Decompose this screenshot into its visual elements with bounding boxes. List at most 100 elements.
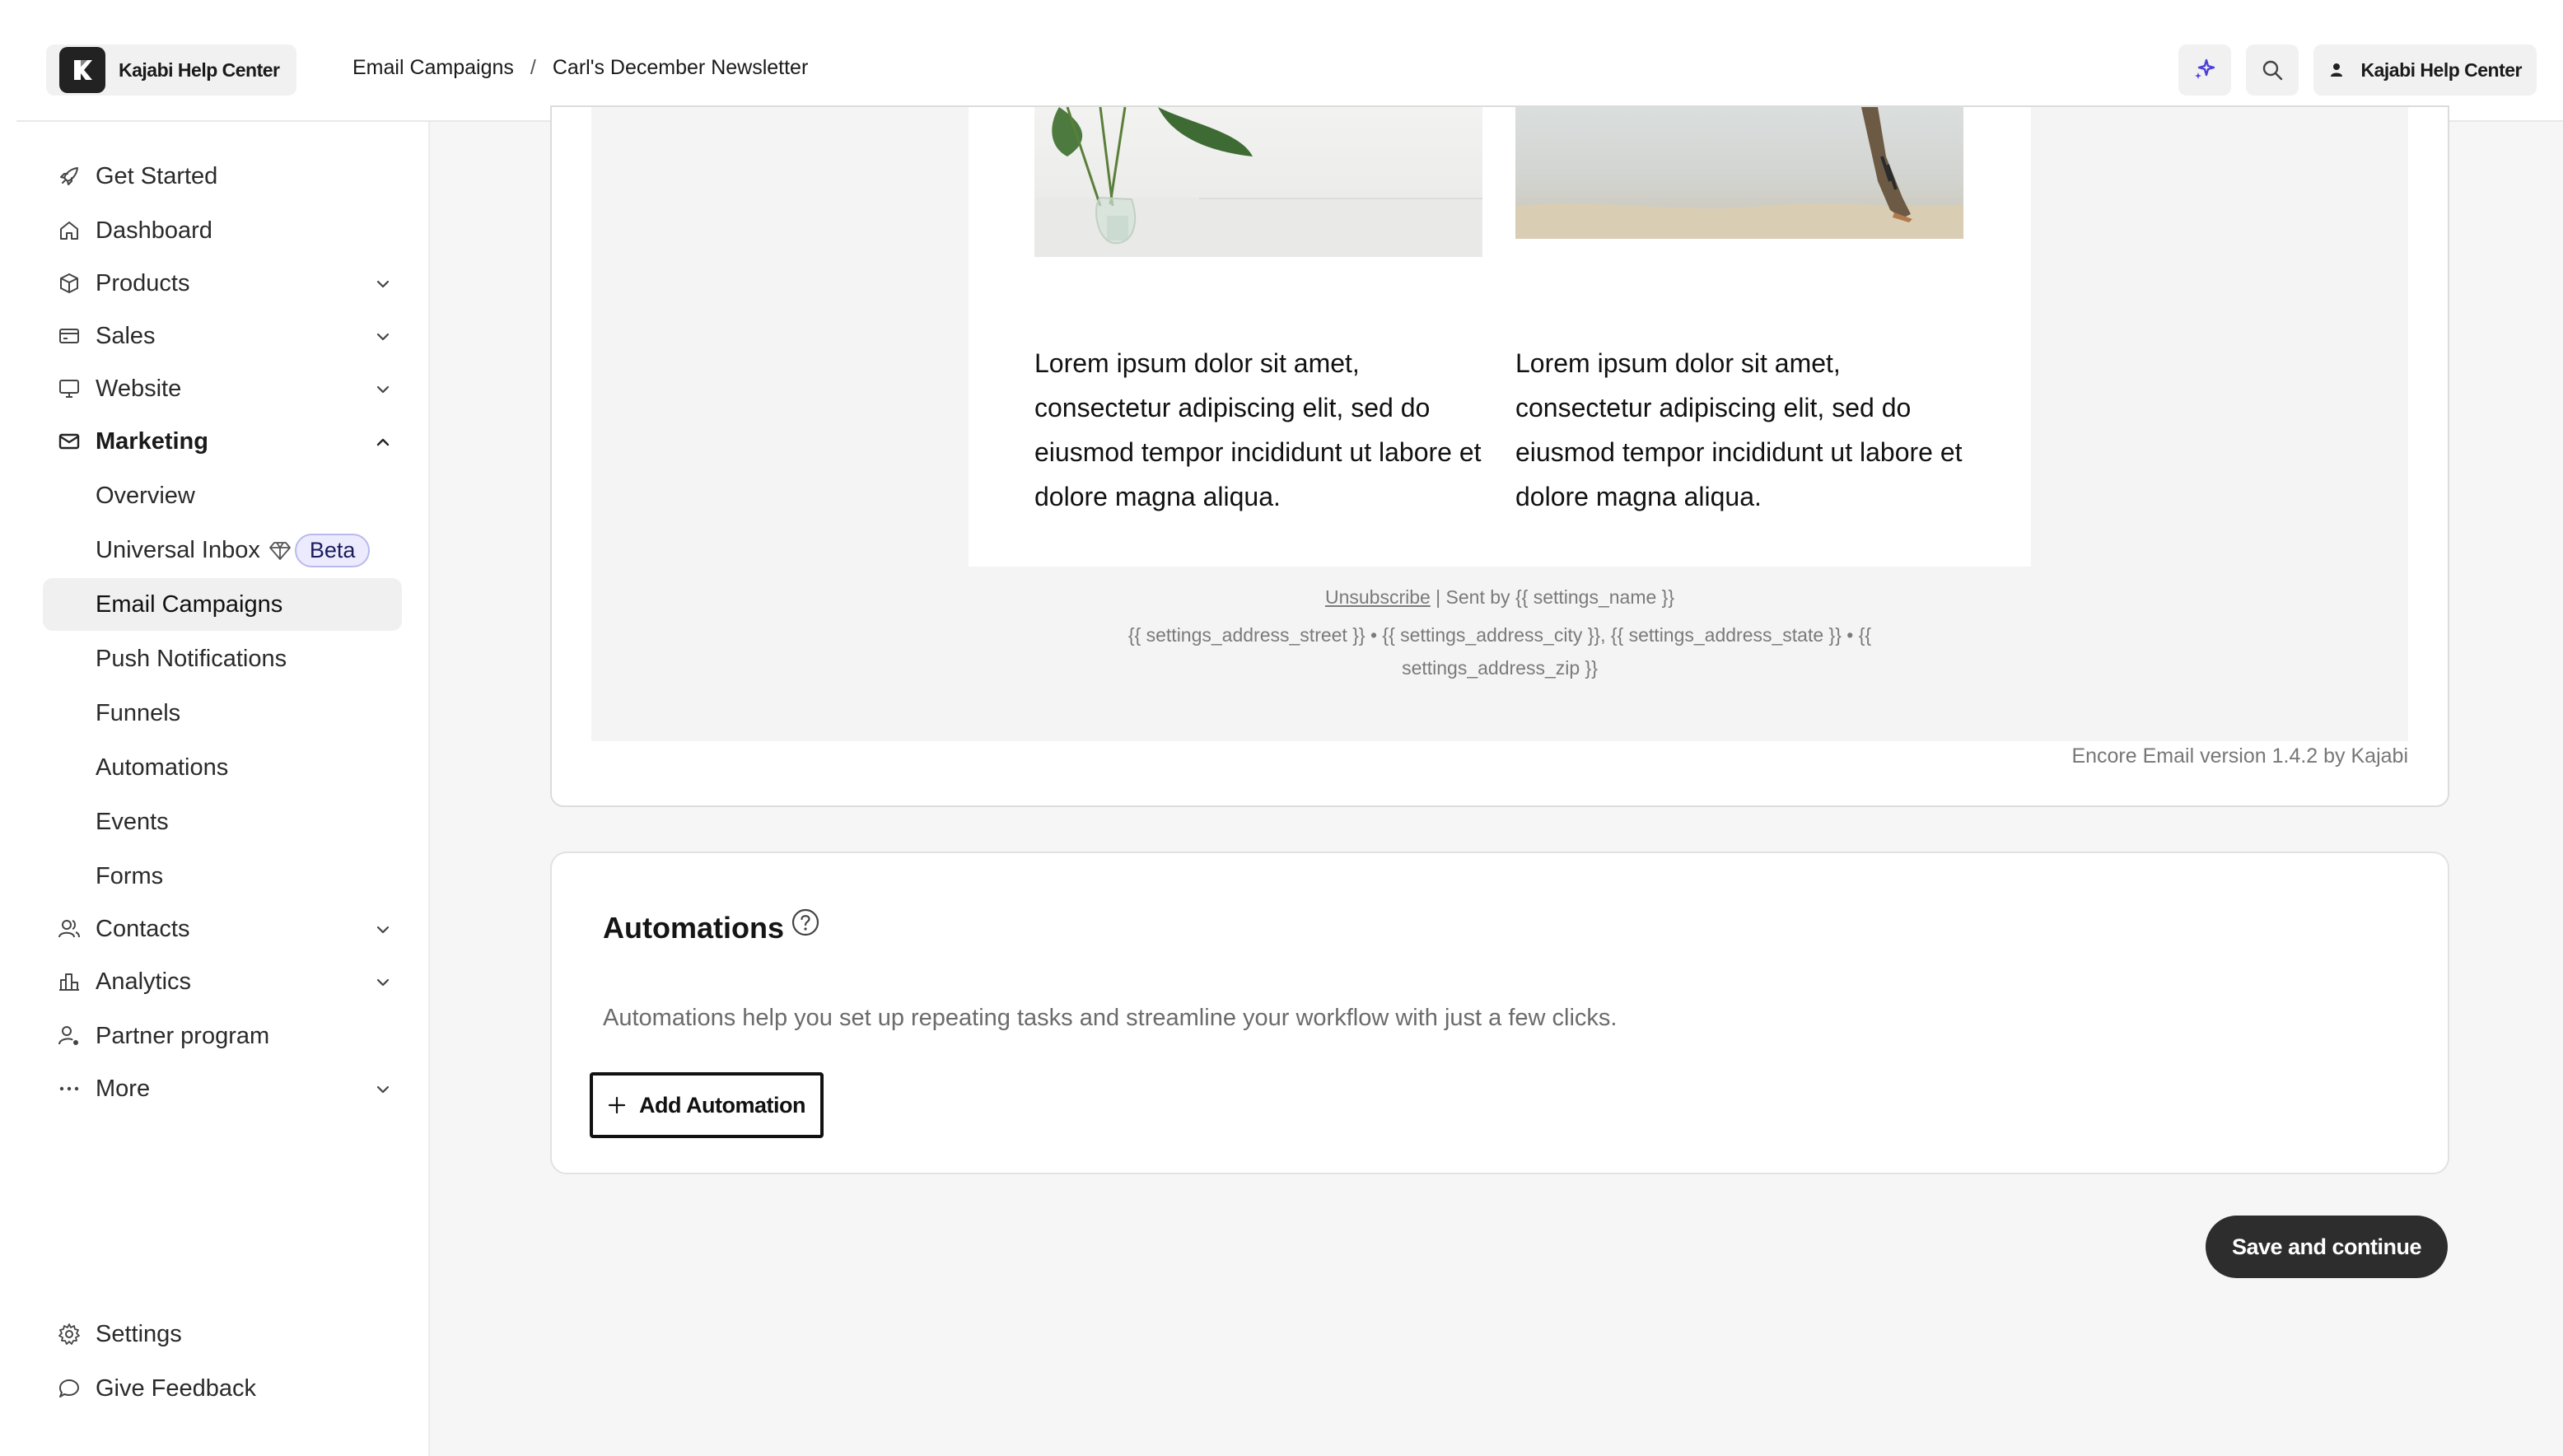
sidebar-item-label: Overview — [96, 482, 195, 509]
email-body: Lorem ipsum dolor sit amet, consectetur … — [969, 107, 2031, 567]
email-preview-card: Lorem ipsum dolor sit amet, consectetur … — [550, 105, 2449, 807]
sidebar-item-analytics[interactable]: Analytics — [43, 955, 402, 1008]
sidebar-item-label: Contacts — [96, 915, 190, 942]
sidebar-item-label: Sales — [96, 322, 156, 349]
sidebar-item-get-started[interactable]: Get Started — [43, 150, 402, 203]
sidebar-item-sales[interactable]: Sales — [43, 310, 402, 362]
sidebar-item-website[interactable]: Website — [43, 362, 402, 415]
sidebar-item-label: Events — [96, 808, 169, 835]
sidebar-item-label: Website — [96, 375, 182, 402]
mail-icon — [58, 433, 80, 450]
sidebar-item-products[interactable]: Products — [43, 257, 402, 310]
automations-card: Automations Automations help you set up … — [550, 852, 2449, 1174]
sidebar-item-settings[interactable]: Settings — [43, 1308, 402, 1360]
sidebar-item-overview[interactable]: Overview — [43, 469, 402, 522]
sidebar-item-label: More — [96, 1075, 151, 1102]
sidebar-item-label: Universal Inbox — [96, 536, 260, 563]
sparkles-icon — [2194, 58, 2215, 79]
brand-switcher[interactable]: Kajabi Help Center — [46, 44, 296, 96]
beta-badge: Beta — [294, 533, 371, 567]
sidebar-item-label: Get Started — [96, 162, 218, 189]
main-content: Lorem ipsum dolor sit amet, consectetur … — [430, 105, 2563, 1456]
more-dots-icon — [59, 1086, 79, 1091]
automations-description: Automations help you set up repeating ta… — [603, 1005, 1618, 1031]
sidebar-item-label: Push Notifications — [96, 645, 287, 672]
search-button[interactable] — [2245, 44, 2299, 96]
add-automation-button[interactable]: Add Automation — [590, 1072, 824, 1138]
chevron-up-icon — [376, 438, 390, 446]
account-label: Kajabi Help Center — [2360, 58, 2523, 81]
email-column-text-1: Lorem ipsum dolor sit amet, consectetur … — [1034, 348, 1482, 511]
email-footer-address-line-1: {{ settings_address_street }} • {{ setti… — [1127, 624, 1872, 646]
kajabi-logo-icon — [59, 47, 105, 93]
rocket-icon — [60, 167, 78, 185]
chevron-down-icon — [376, 385, 390, 394]
automations-title: Automations — [603, 911, 784, 945]
chevron-down-icon — [376, 280, 390, 288]
sidebar: Get Started Dashboard Products Sales Web… — [16, 122, 430, 1456]
user-icon — [2330, 63, 2342, 77]
beach-person-image — [1515, 107, 1963, 239]
breadcrumb-current: Carl's December Newsletter — [552, 56, 809, 79]
sidebar-item-label: Automations — [96, 754, 229, 781]
email-footer-address-line-2: settings_address_zip }} — [1402, 657, 1598, 679]
chat-bubble-icon — [59, 1379, 79, 1398]
chevron-down-icon — [376, 978, 390, 987]
sidebar-item-universal-inbox-label: Universal Inbox Beta — [96, 533, 371, 567]
sidebar-item-automations[interactable]: Automations — [43, 741, 402, 794]
sidebar-item-label: Products — [96, 269, 190, 296]
plant-vase-image — [1034, 107, 1482, 257]
gear-icon — [58, 1323, 80, 1345]
breadcrumb-email-campaigns[interactable]: Email Campaigns — [352, 56, 514, 80]
sidebar-item-push-notifications[interactable]: Push Notifications — [43, 632, 402, 685]
ai-assistant-button[interactable] — [2178, 44, 2231, 96]
sidebar-item-label: Analytics — [96, 968, 192, 995]
email-footer-line-1: Unsubscribe | Sent by {{ settings_name }… — [591, 586, 2408, 609]
chevron-down-icon — [376, 1085, 390, 1094]
gem-icon — [268, 541, 291, 560]
sidebar-item-events[interactable]: Events — [43, 796, 402, 848]
search-icon — [2262, 60, 2282, 81]
chevron-down-icon — [376, 926, 390, 934]
user-plus-icon — [58, 1026, 78, 1045]
sidebar-item-forms[interactable]: Forms — [43, 850, 402, 903]
add-automation-label: Add Automation — [639, 1092, 805, 1118]
sidebar-item-label: Partner program — [96, 1022, 270, 1049]
breadcrumb-separator: / — [530, 56, 536, 79]
top-actions: Kajabi Help Center — [2178, 44, 2537, 96]
sidebar-item-marketing[interactable]: Marketing — [43, 415, 402, 468]
sidebar-item-partner-program[interactable]: Partner program — [43, 1010, 402, 1062]
sidebar-item-label: Email Campaigns — [96, 590, 283, 618]
unsubscribe-link[interactable]: Unsubscribe — [1325, 586, 1431, 608]
users-icon — [58, 920, 80, 938]
sent-by-text: | Sent by {{ settings_name }} — [1430, 586, 1675, 608]
help-circle-icon[interactable] — [791, 908, 820, 937]
sidebar-item-label: Forms — [96, 862, 164, 889]
email-preview-canvas: Lorem ipsum dolor sit amet, consectetur … — [591, 107, 2408, 741]
top-bar: Kajabi Help Center Email Campaigns / Car… — [16, 0, 2563, 122]
bar-chart-icon — [59, 973, 79, 991]
brand-name: Kajabi Help Center — [119, 58, 280, 81]
plus-icon — [608, 1096, 626, 1114]
sidebar-item-give-feedback[interactable]: Give Feedback — [43, 1362, 402, 1415]
breadcrumb: Email Campaigns / Carl's December Newsle… — [352, 56, 808, 80]
monitor-icon — [59, 380, 79, 398]
sidebar-item-contacts[interactable]: Contacts — [43, 903, 402, 955]
email-column-text-2: Lorem ipsum dolor sit amet, consectetur … — [1515, 348, 1963, 511]
credit-card-icon — [59, 329, 79, 343]
email-version-text: Encore Email version 1.4.2 by Kajabi — [2071, 744, 2408, 768]
home-icon — [60, 222, 78, 240]
sidebar-item-label: Settings — [96, 1320, 182, 1347]
sidebar-item-funnels[interactable]: Funnels — [43, 687, 402, 740]
save-and-continue-button[interactable]: Save and continue — [2206, 1216, 2448, 1278]
sidebar-item-universal-inbox[interactable]: Universal Inbox Beta — [43, 524, 402, 576]
sidebar-item-more[interactable]: More — [43, 1062, 402, 1115]
box-icon — [60, 273, 78, 293]
sidebar-item-dashboard[interactable]: Dashboard — [43, 204, 402, 257]
sidebar-item-label: Give Feedback — [96, 1374, 257, 1402]
sidebar-item-label: Funnels — [96, 699, 181, 726]
account-menu-button[interactable]: Kajabi Help Center — [2313, 44, 2537, 96]
sidebar-item-email-campaigns[interactable]: Email Campaigns — [43, 578, 402, 631]
sidebar-item-label: Marketing — [96, 427, 208, 455]
sidebar-item-label: Dashboard — [96, 217, 212, 244]
